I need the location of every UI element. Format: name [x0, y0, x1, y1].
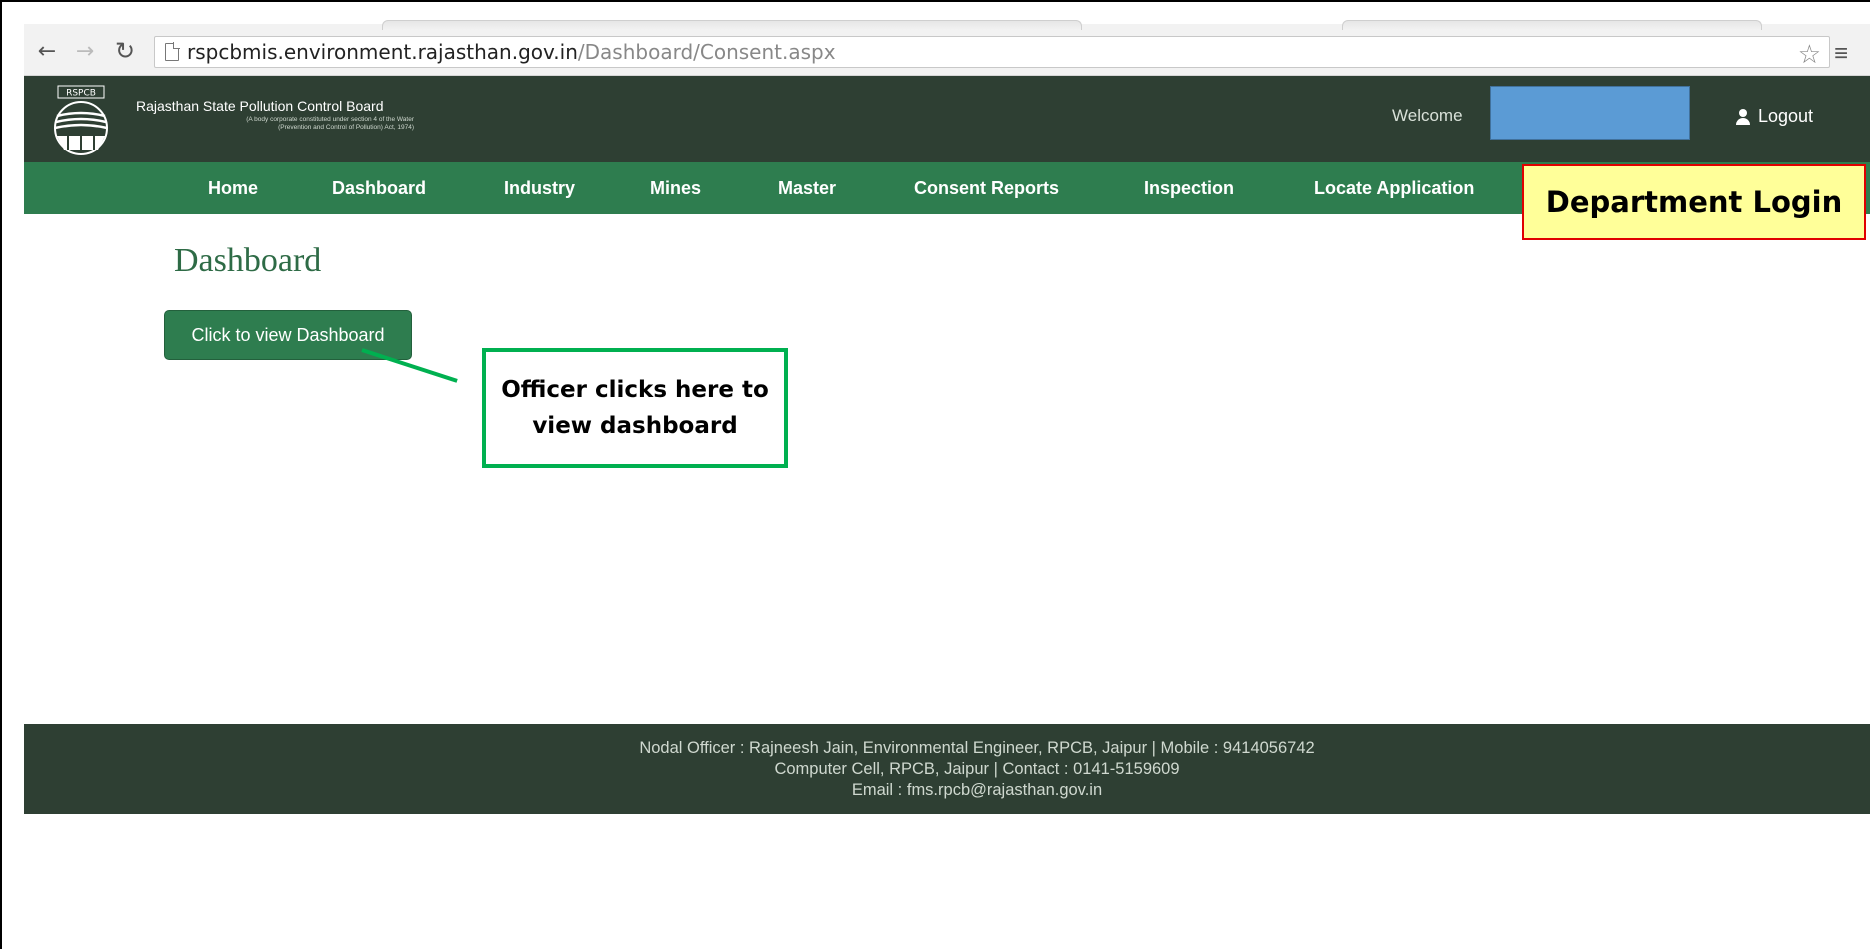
nav-dashboard[interactable]: Dashboard	[332, 162, 426, 214]
reload-icon[interactable]: ↻	[112, 37, 138, 65]
footer-email: Email : fms.rpcb@rajasthan.gov.in	[851, 781, 1103, 799]
back-arrow-icon[interactable]: ←	[34, 38, 60, 64]
url-host: rspcbmis.environment.rajasthan.gov.in	[187, 40, 578, 64]
address-bar[interactable]: rspcbmis.environment.rajasthan.gov.in/Da…	[154, 36, 1830, 70]
board-name: Rajasthan State Pollution Control Board	[136, 98, 384, 114]
browser-tab[interactable]	[1342, 20, 1762, 30]
nav-locate-application[interactable]: Locate Application	[1314, 162, 1474, 214]
redacted-username	[1490, 86, 1690, 140]
callout-annotation: Officer clicks here to view dashboard	[482, 348, 788, 468]
nav-industry[interactable]: Industry	[504, 162, 575, 214]
board-subtitle: (A body corporate constituted under sect…	[246, 116, 414, 131]
nav-inspection[interactable]: Inspection	[1144, 162, 1234, 214]
screenshot-frame: ← → ↻ rspcbmis.environment.rajasthan.gov…	[0, 0, 1870, 949]
department-login-label: Department Login	[1522, 164, 1866, 240]
nav-home[interactable]: Home	[208, 162, 258, 214]
browser-tab[interactable]	[382, 20, 1082, 30]
rspcb-logo-icon: RSPCB	[54, 85, 108, 155]
nav-mines[interactable]: Mines	[650, 162, 701, 214]
site-header: RSPCB Rajasthan State Pollution Control …	[24, 76, 1870, 162]
forward-arrow-icon[interactable]: →	[72, 38, 98, 64]
logo-text: RSPCB	[66, 89, 96, 99]
nav-master[interactable]: Master	[778, 162, 836, 214]
user-icon	[1736, 108, 1750, 125]
page-title: Dashboard	[174, 242, 322, 279]
page-icon	[165, 42, 180, 61]
browser-menu-icon[interactable]: ≡	[1834, 40, 1848, 68]
footer-computer-cell: Computer Cell, RPCB, Jaipur | Contact : …	[774, 760, 1180, 778]
logout-link[interactable]: Logout	[1736, 106, 1813, 127]
bookmark-star-icon[interactable]: ☆	[1798, 39, 1821, 70]
site-footer: Nodal Officer : Rajneesh Jain, Environme…	[24, 724, 1870, 814]
nav-consent-reports[interactable]: Consent Reports	[914, 162, 1059, 214]
welcome-text: Welcome	[1392, 106, 1463, 125]
url-path: /Dashboard/Consent.aspx	[577, 40, 836, 64]
footer-nodal-officer: Nodal Officer : Rajneesh Jain, Environme…	[639, 739, 1315, 757]
